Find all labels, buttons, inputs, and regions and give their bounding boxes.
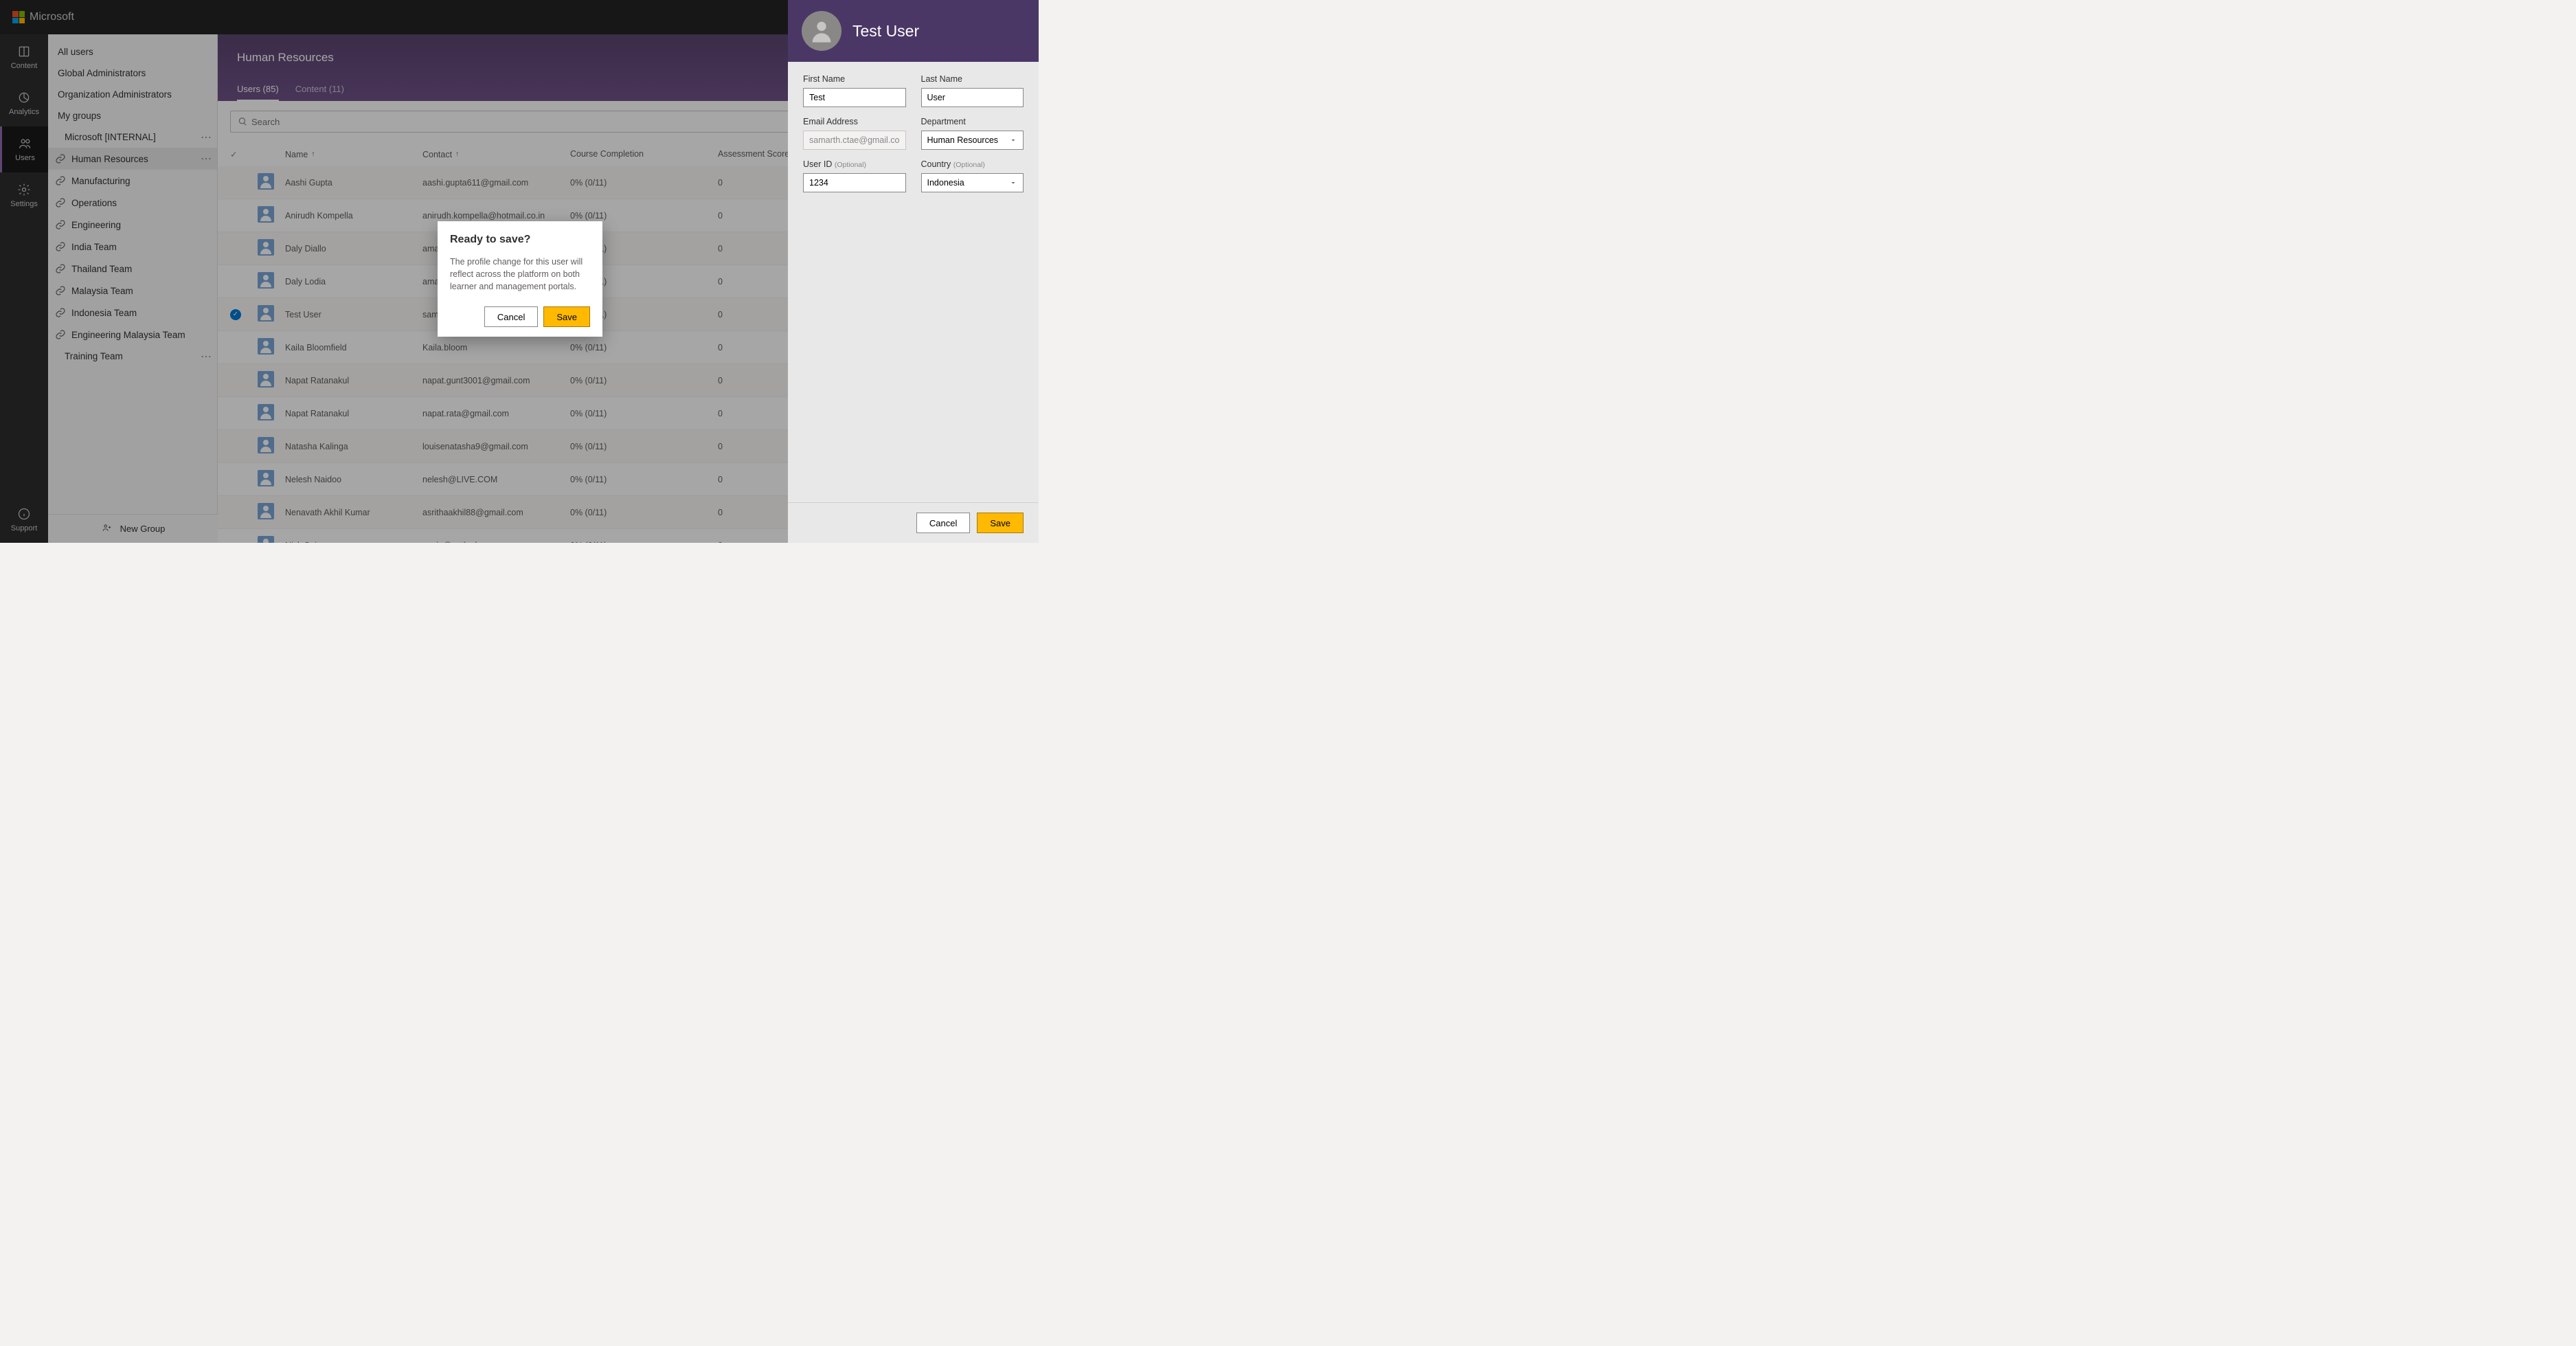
user-edit-panel: Test User First Name Last Name Email Add… <box>788 0 1039 543</box>
avatar-icon <box>802 11 841 51</box>
modal-title: Ready to save? <box>450 234 590 246</box>
department-select[interactable]: Human Resources <box>921 131 1024 150</box>
panel-cancel-button[interactable]: Cancel <box>916 513 970 533</box>
userid-input[interactable] <box>803 173 906 192</box>
label-userid: User ID (Optional) <box>803 159 906 169</box>
label-email: Email Address <box>803 117 906 126</box>
modal-overlay[interactable] <box>0 0 788 543</box>
panel-save-button[interactable]: Save <box>977 513 1024 533</box>
first-name-input[interactable] <box>803 88 906 107</box>
modal-save-button[interactable]: Save <box>543 306 590 327</box>
email-input <box>803 131 906 150</box>
last-name-input[interactable] <box>921 88 1024 107</box>
label-first-name: First Name <box>803 74 906 84</box>
country-select[interactable]: Indonesia <box>921 173 1024 192</box>
save-confirm-modal: Ready to save? The profile change for th… <box>438 221 602 337</box>
modal-cancel-button[interactable]: Cancel <box>484 306 538 327</box>
label-country: Country (Optional) <box>921 159 1024 169</box>
label-last-name: Last Name <box>921 74 1024 84</box>
panel-title: Test User <box>852 22 919 41</box>
label-department: Department <box>921 117 1024 126</box>
modal-body: The profile change for this user will re… <box>450 256 590 293</box>
